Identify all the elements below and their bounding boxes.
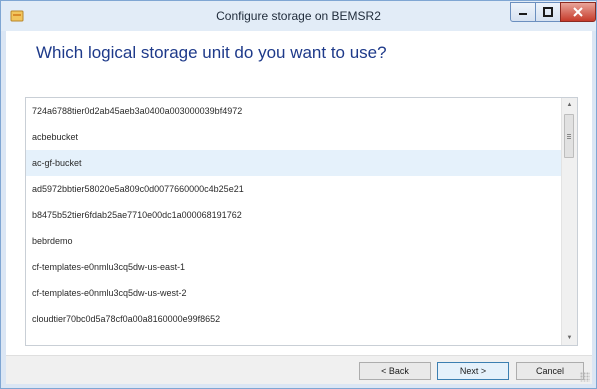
- list-item-selected[interactable]: ac-gf-bucket: [26, 150, 562, 176]
- list-item[interactable]: acbebucket: [26, 124, 562, 150]
- maximize-icon: [543, 7, 553, 17]
- grip-icon: [567, 134, 571, 135]
- button-bar: < Back Next > Cancel: [6, 355, 592, 384]
- list-item[interactable]: cloudtier70bc0d5a78cf0a00a8160000e99f865…: [26, 306, 562, 332]
- minimize-button[interactable]: [510, 2, 536, 22]
- back-button[interactable]: < Back: [359, 362, 431, 380]
- list-item[interactable]: bebrdemo: [26, 228, 562, 254]
- list-item[interactable]: 724a6788tier0d2ab45aeb3a0400a003000039bf…: [26, 98, 562, 124]
- dialog-content: Which logical storage unit do you want t…: [6, 31, 592, 384]
- title-bar[interactable]: Configure storage on BEMSR2: [1, 1, 596, 31]
- close-button[interactable]: [560, 2, 596, 22]
- scroll-down-icon[interactable]: ▼: [562, 331, 577, 345]
- storage-unit-list[interactable]: 724a6788tier0d2ab45aeb3a0400a003000039bf…: [25, 97, 578, 346]
- list-item[interactable]: cf-templates-e0nmlu3cq5dw-us-east-1: [26, 254, 562, 280]
- maximize-button[interactable]: [535, 2, 561, 22]
- resize-grip-icon[interactable]: [580, 372, 590, 382]
- window-title: Configure storage on BEMSR2: [216, 9, 381, 23]
- cancel-button[interactable]: Cancel: [516, 362, 584, 380]
- vertical-scrollbar[interactable]: ▲ ▼: [561, 98, 577, 345]
- list-item[interactable]: cf-templates-e0nmlu3cq5dw-us-west-2: [26, 280, 562, 306]
- scroll-thumb[interactable]: [564, 114, 574, 158]
- minimize-icon: [519, 13, 527, 15]
- list-item[interactable]: b8475b52tier6fdab25ae7710e00dc1a00006819…: [26, 202, 562, 228]
- list-item[interactable]: ad5972bbtier58020e5a809c0d0077660000c4b2…: [26, 176, 562, 202]
- scroll-up-icon[interactable]: ▲: [562, 98, 577, 112]
- configure-storage-dialog: Configure storage on BEMSR2 Which logica…: [0, 0, 597, 389]
- page-heading: Which logical storage unit do you want t…: [36, 43, 387, 62]
- close-icon: [573, 7, 583, 17]
- next-button[interactable]: Next >: [437, 362, 509, 380]
